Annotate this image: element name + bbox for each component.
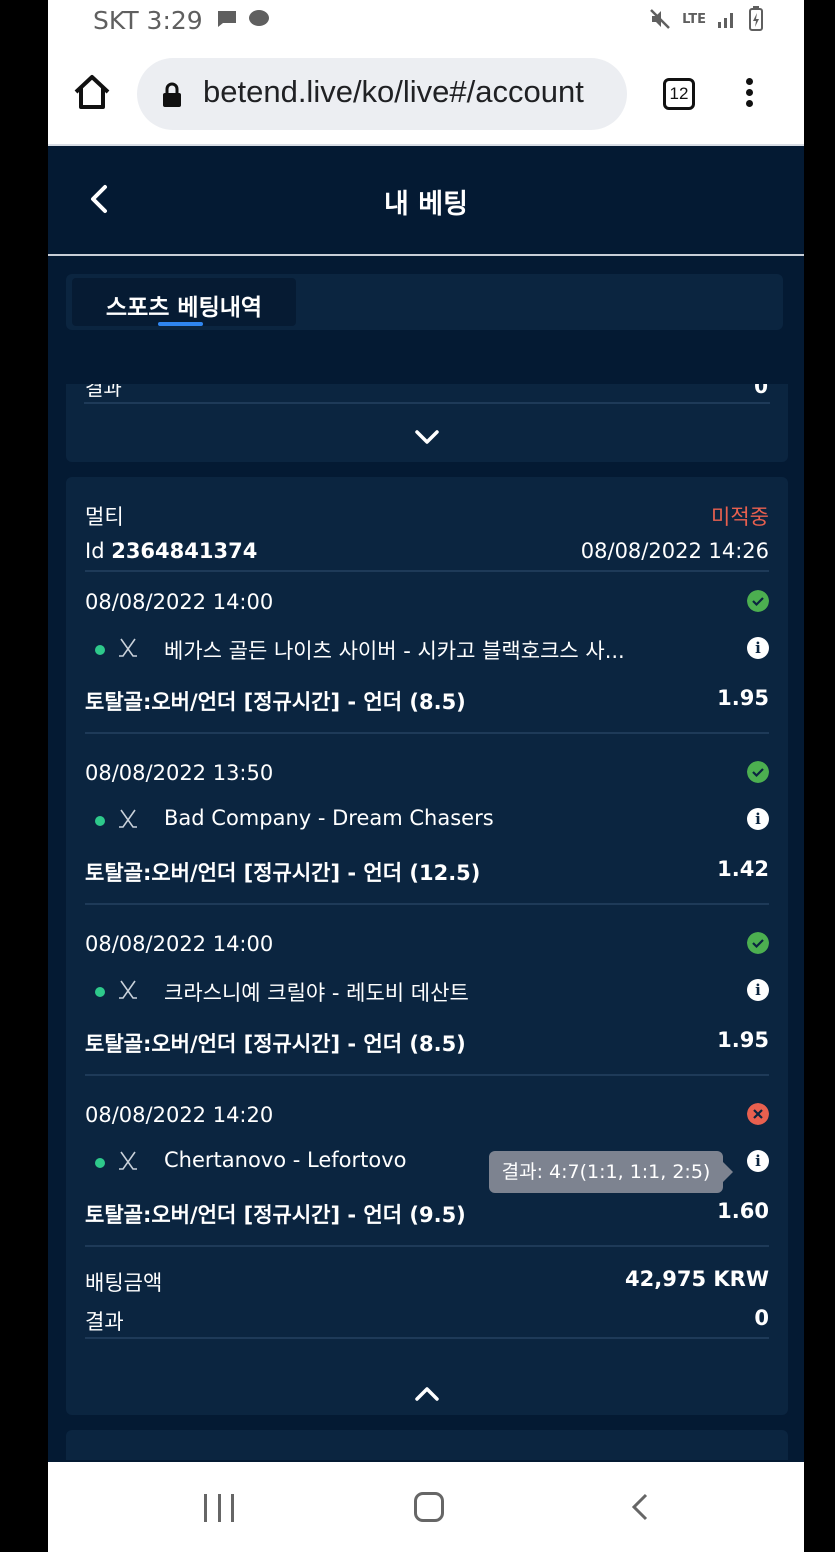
status-bar: SKT 3:29 LTE [48, 0, 804, 42]
x-circle-icon [747, 1103, 769, 1125]
result-tooltip: 결과: 4:7(1:1, 1:1, 2:5) [489, 1151, 733, 1193]
bet-type: 멀티 [85, 505, 124, 529]
phone-screen: SKT 3:29 LTE betend.live/ko/live#/accoun… [48, 0, 804, 1552]
more-menu-icon[interactable] [743, 78, 755, 110]
match-name: 크라스니예 크릴야 - 레도비 데산트 [164, 981, 469, 1005]
selection-item: 08/08/2022 14:00 크라스니예 크릴야 - 레도비 데산트 i 토… [66, 914, 788, 1085]
result-value: 0 [754, 1306, 769, 1330]
tab-sports-history[interactable]: 스포츠 베팅내역 [72, 278, 296, 326]
app-header: 내 베팅 [48, 146, 804, 256]
tab-active-indicator [158, 322, 203, 326]
live-dot [95, 816, 105, 826]
info-icon[interactable]: i [747, 808, 769, 830]
selection-time: 08/08/2022 14:00 [85, 590, 274, 614]
battery-icon [749, 6, 763, 31]
selection-item: 08/08/2022 13:50 Bad Company - Dream Cha… [66, 743, 788, 914]
divider [85, 1074, 769, 1076]
divider [85, 903, 769, 905]
live-dot [95, 645, 105, 655]
match-name: 베가스 골든 나이츠 사이버 - 시카고 블랙호크스 사... [164, 639, 625, 663]
info-icon[interactable]: i [747, 1150, 769, 1172]
info-icon[interactable]: i [747, 979, 769, 1001]
market-name: 토탈골:오버/언더 [정규시간] - 언더 (8.5) [85, 1032, 466, 1056]
market-name: 토탈골:오버/언더 [정규시간] - 언더 (12.5) [85, 861, 481, 885]
address-bar[interactable]: betend.live/ko/live#/account [137, 58, 627, 130]
divider [85, 1337, 769, 1339]
result-label: 결과 [85, 1310, 124, 1334]
divider [84, 402, 770, 404]
lock-icon [163, 82, 181, 107]
odds-value: 1.95 [717, 1028, 769, 1052]
market-name: 토탈골:오버/언더 [정규시간] - 언더 (8.5) [85, 690, 466, 714]
bet-placed-date: 08/08/2022 14:26 [580, 539, 769, 563]
system-nav-bar [48, 1462, 804, 1552]
browser-toolbar: betend.live/ko/live#/account 12 [48, 42, 804, 146]
status-badge: 미적중 [711, 505, 769, 529]
next-bet-card [66, 1430, 788, 1460]
market-name: 토탈골:오버/언더 [정규시간] - 언더 (9.5) [85, 1203, 466, 1227]
home-icon[interactable] [72, 72, 112, 112]
info-icon[interactable]: i [747, 637, 769, 659]
hockey-sticks-icon [119, 638, 137, 657]
bet-id-prefix: Id [85, 539, 112, 563]
hockey-sticks-icon [119, 1151, 137, 1170]
odds-value: 1.95 [717, 686, 769, 710]
check-circle-icon [747, 590, 769, 612]
match-name: Bad Company - Dream Chasers [164, 806, 494, 830]
previous-bet-card: 결과 0 [66, 384, 788, 462]
check-circle-icon [747, 761, 769, 783]
stake-value: 42,975 KRW [625, 1267, 769, 1291]
bet-id: 2364841374 [111, 539, 258, 563]
back-nav-icon[interactable] [630, 1492, 650, 1522]
check-circle-icon [747, 932, 769, 954]
mute-icon [650, 9, 670, 29]
status-icons: LTE [648, 6, 764, 32]
tab-switcher-button[interactable]: 12 [663, 78, 695, 110]
odds-value: 1.42 [717, 857, 769, 881]
home-button-icon[interactable] [414, 1492, 444, 1522]
selection-time: 08/08/2022 13:50 [85, 761, 274, 785]
hockey-sticks-icon [119, 980, 137, 999]
tab-bar: 스포츠 베팅내역 [66, 274, 783, 330]
url-text: betend.live/ko/live#/account [203, 74, 584, 109]
hockey-sticks-icon [119, 809, 137, 828]
selection-time: 08/08/2022 14:00 [85, 932, 274, 956]
signal-icon [718, 13, 733, 28]
odds-value: 1.60 [717, 1199, 769, 1223]
selection-item: 08/08/2022 14:00 베가스 골든 나이츠 사이버 - 시카고 블랙… [66, 572, 788, 743]
chevron-down-icon[interactable] [414, 428, 440, 446]
tab-label: 스포츠 베팅내역 [105, 295, 263, 321]
selection-time: 08/08/2022 14:20 [85, 1103, 274, 1127]
chat-icon [249, 10, 269, 26]
divider [85, 1245, 769, 1247]
divider [85, 732, 769, 734]
chevron-up-icon[interactable] [414, 1385, 440, 1403]
result-label: 결과 [85, 384, 122, 400]
recent-apps-icon[interactable] [204, 1494, 234, 1522]
match-name: Chertanovo - Lefortovo [164, 1148, 407, 1172]
live-dot [95, 1158, 105, 1168]
network-type: LTE [682, 11, 706, 27]
result-value: 0 [754, 384, 768, 398]
page-title: 내 베팅 [384, 189, 468, 220]
live-dot [95, 987, 105, 997]
bet-card: 멀티 미적중 Id 2364841374 08/08/2022 14:26 08… [66, 477, 788, 1415]
carrier-time: SKT 3:29 [93, 6, 203, 35]
message-icon [218, 11, 236, 27]
